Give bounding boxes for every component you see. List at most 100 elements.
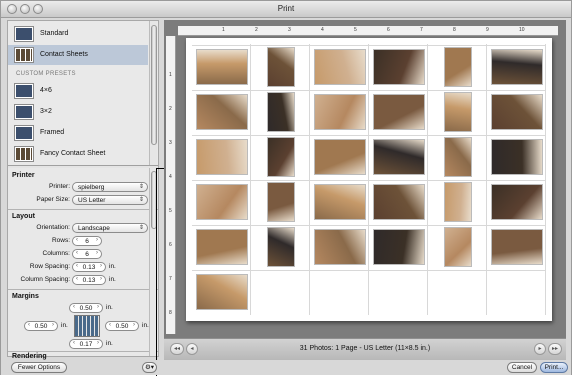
photo-thumbnail[interactable] — [196, 184, 247, 219]
page-status: 31 Photos: 1 Page - US Letter (11×8.5 in… — [299, 345, 431, 352]
photo-thumbnail[interactable] — [314, 139, 365, 174]
orientation-popup[interactable]: Landscape ⇕ — [72, 223, 148, 233]
ruler-tick-label: 6 — [387, 27, 390, 33]
row-spacing-label: Row Spacing: — [29, 263, 70, 270]
next-page-button[interactable]: ▸ — [534, 343, 546, 355]
photo-thumbnail[interactable] — [267, 47, 294, 86]
ruler-tick-label: 1 — [169, 72, 172, 78]
popup-arrows-icon: ⇕ — [138, 197, 144, 203]
preset-4x6[interactable]: 4×6 — [8, 81, 148, 101]
print-button[interactable]: Print... — [540, 362, 568, 373]
preset-scroll-thumb[interactable] — [151, 25, 157, 145]
photo-thumbnail[interactable] — [373, 184, 424, 219]
ruler-tick-label: 3 — [288, 27, 291, 33]
photo-thumbnail[interactable] — [491, 184, 542, 219]
options-panel: Standard Contact Sheets CUSTOM PRESETS 4… — [7, 20, 159, 360]
photo-thumbnail[interactable] — [444, 137, 471, 176]
ruler-tick-label: 2 — [169, 106, 172, 112]
ruler-tick-label: 8 — [453, 27, 456, 33]
preset-standard[interactable]: Standard — [8, 24, 148, 44]
increment-icon[interactable]: › — [96, 237, 98, 243]
preset-label: Contact Sheets — [40, 51, 88, 58]
photo-thumbnail[interactable] — [267, 92, 294, 131]
photo-thumbnail[interactable] — [491, 94, 542, 129]
preset-label: Fancy Contact Sheet — [40, 150, 106, 157]
photo-thumbnail[interactable] — [444, 182, 471, 221]
divider — [8, 209, 158, 210]
column-spacing-stepper[interactable]: ‹ 0.13 › — [72, 275, 106, 285]
paper-size-label: Paper Size: — [36, 196, 70, 203]
cancel-button[interactable]: Cancel — [507, 362, 537, 373]
increment-icon[interactable]: › — [97, 340, 99, 346]
margin-left-stepper[interactable]: ‹ 0.50 › — [24, 321, 58, 331]
ruler-tick-label: 2 — [255, 27, 258, 33]
photo-thumbnail[interactable] — [267, 227, 294, 266]
column-spacing-label: Column Spacing: — [20, 276, 71, 283]
preset-label: 3×2 — [40, 108, 52, 115]
photo-thumbnail[interactable] — [314, 94, 365, 129]
photo-thumbnail[interactable] — [373, 139, 424, 174]
preset-framed[interactable]: Framed — [8, 123, 148, 143]
paper-size-value: US Letter — [78, 197, 106, 204]
increment-icon[interactable]: › — [100, 263, 102, 269]
columns-stepper[interactable]: ‹ 6 › — [72, 249, 102, 259]
photo-thumbnail[interactable] — [314, 49, 365, 84]
photo-thumbnail[interactable] — [314, 184, 365, 219]
unit-label: in. — [109, 263, 116, 270]
photo-thumbnail[interactable] — [491, 139, 542, 174]
preset-thumbnail — [15, 126, 33, 140]
paper-size-popup[interactable]: US Letter ⇕ — [72, 195, 148, 205]
preview-navigation-bar: ◂◂ ◂ 31 Photos: 1 Page - US Letter (11×8… — [164, 338, 566, 360]
photo-thumbnail[interactable] — [267, 137, 294, 176]
photo-thumbnail[interactable] — [444, 92, 471, 131]
increment-icon[interactable]: › — [97, 304, 99, 310]
photo-thumbnail[interactable] — [444, 47, 471, 86]
margin-bottom-stepper[interactable]: ‹ 0.17 › — [69, 339, 103, 349]
fewer-options-button[interactable]: Fewer Options — [11, 362, 67, 373]
print-window: Print Standard Contact Sheets CUSTOM PRE… — [0, 0, 572, 376]
layout-header: Layout — [12, 213, 35, 220]
unit-label: in. — [106, 304, 113, 311]
margin-top-stepper[interactable]: ‹ 0.50 › — [69, 303, 103, 313]
window-title: Print — [277, 4, 295, 13]
ruler-tick-label: 5 — [354, 27, 357, 33]
margin-right-stepper[interactable]: ‹ 0.50 › — [105, 321, 139, 331]
rows-stepper[interactable]: ‹ 6 › — [72, 236, 102, 246]
horizontal-ruler: 1 2 3 4 5 6 7 8 9 10 — [178, 26, 558, 36]
increment-icon[interactable]: › — [96, 250, 98, 256]
photo-thumbnail[interactable] — [373, 94, 424, 129]
increment-icon[interactable]: › — [52, 322, 54, 328]
gear-menu-button[interactable]: ⚙▾ — [142, 362, 157, 373]
preset-scrollbar[interactable] — [149, 21, 157, 165]
preset-contact-sheets[interactable]: Contact Sheets — [8, 45, 148, 65]
increment-icon[interactable]: › — [133, 322, 135, 328]
photo-thumbnail[interactable] — [314, 229, 365, 264]
photo-thumbnail[interactable] — [196, 229, 247, 264]
photo-thumbnail[interactable] — [491, 229, 542, 264]
ruler-tick-label: 9 — [486, 27, 489, 33]
photo-thumbnail[interactable] — [196, 94, 247, 129]
row-spacing-stepper[interactable]: ‹ 0.13 › — [72, 262, 106, 272]
preset-fancy-contact-sheet[interactable]: Fancy Contact Sheet — [8, 144, 148, 164]
printer-header: Printer — [12, 172, 35, 179]
last-page-button[interactable]: ▸▸ — [548, 343, 562, 355]
columns-label: Columns: — [42, 250, 70, 257]
preview-area: 1 2 3 4 5 6 7 8 9 10 1 2 3 4 5 6 7 8 ◂◂ ◂ 31 Photos: 1 P… — [164, 20, 566, 360]
photo-thumbnail[interactable] — [196, 139, 247, 174]
photo-thumbnail[interactable] — [196, 274, 247, 309]
photo-thumbnail[interactable] — [196, 49, 247, 84]
ruler-tick-label: 8 — [169, 310, 172, 316]
preset-3x2[interactable]: 3×2 — [8, 102, 148, 122]
preset-label: 4×6 — [40, 87, 52, 94]
vertical-ruler: 1 2 3 4 5 6 7 8 — [166, 36, 176, 334]
rows-label: Rows: — [51, 237, 70, 244]
photo-thumbnail[interactable] — [267, 182, 294, 221]
photo-thumbnail[interactable] — [491, 49, 542, 84]
photo-thumbnail[interactable] — [373, 229, 424, 264]
printer-popup[interactable]: spielberg ⇕ — [72, 182, 148, 192]
increment-icon[interactable]: › — [100, 276, 102, 282]
annotation-line — [156, 168, 164, 169]
photo-thumbnail[interactable] — [444, 227, 471, 266]
preset-thumbnail — [15, 147, 33, 161]
photo-thumbnail[interactable] — [373, 49, 424, 84]
